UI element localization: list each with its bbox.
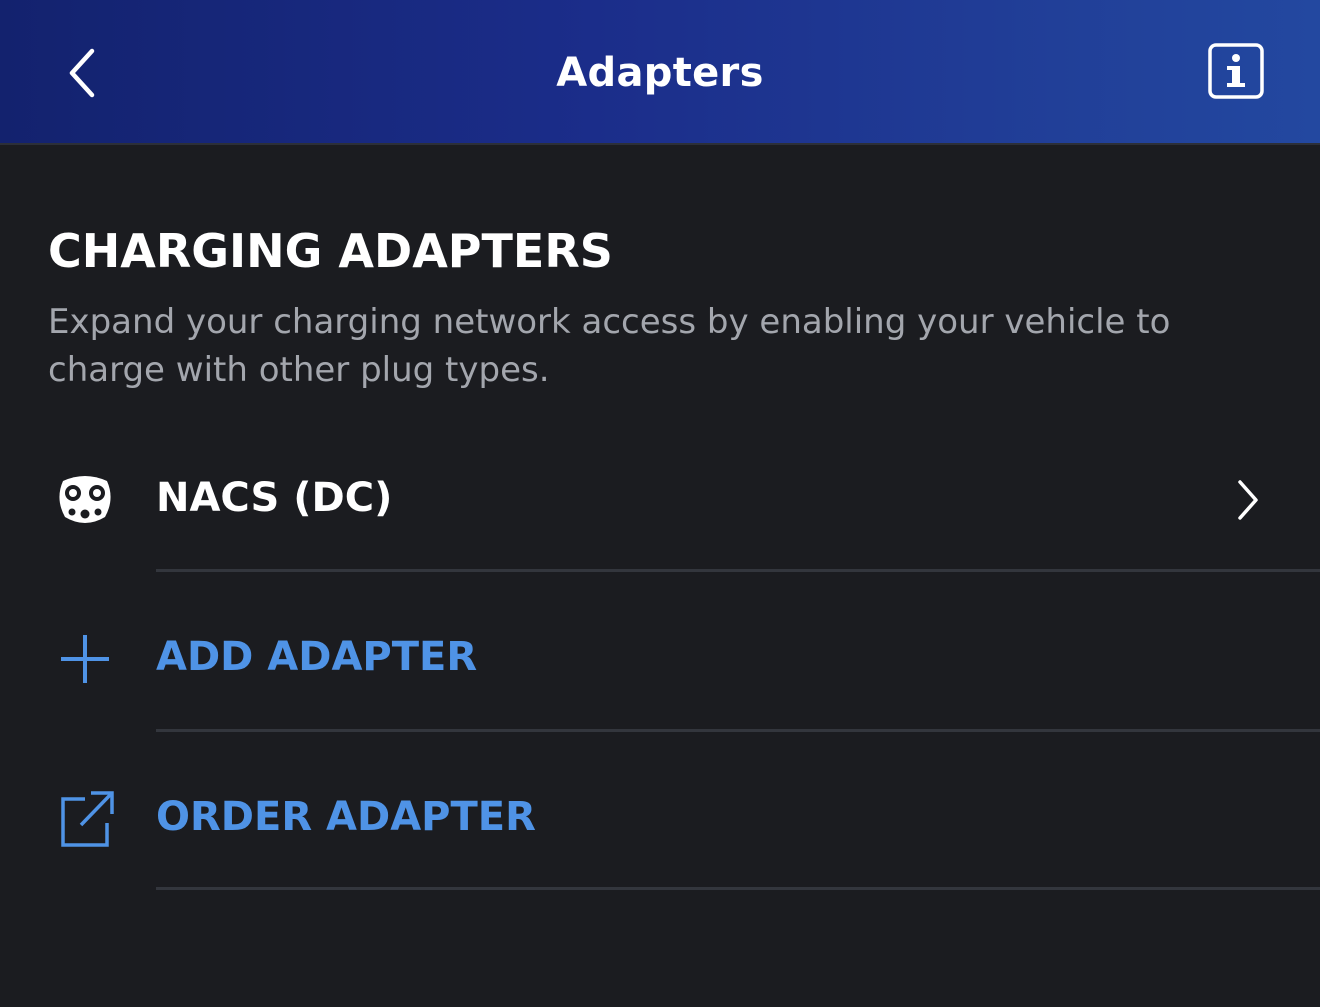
row-divider (156, 569, 1320, 572)
back-button[interactable] (52, 38, 112, 108)
plus-icon (52, 626, 118, 692)
add-adapter-button[interactable]: ADD ADAPTER (0, 580, 1320, 738)
section-title: CHARGING ADAPTERS (48, 224, 613, 278)
info-button[interactable] (1208, 43, 1264, 99)
order-adapter-button[interactable]: ORDER ADAPTER (0, 738, 1320, 896)
header-bar: Adapters (0, 0, 1320, 145)
adapter-label: NACS (DC) (156, 475, 393, 521)
section-description: Expand your charging network access by e… (48, 302, 1171, 390)
external-link-icon (52, 786, 118, 852)
row-divider (156, 887, 1320, 890)
order-adapter-label: ORDER ADAPTER (156, 794, 536, 840)
adapter-row-nacs[interactable]: NACS (DC) (0, 420, 1320, 578)
row-divider (156, 729, 1320, 732)
add-adapter-label: ADD ADAPTER (156, 634, 478, 680)
chevron-left-icon (69, 48, 95, 98)
nacs-plug-icon (52, 467, 118, 533)
chevron-right-icon (1226, 475, 1270, 525)
info-icon (1208, 43, 1264, 99)
page-title: Adapters (556, 49, 764, 96)
